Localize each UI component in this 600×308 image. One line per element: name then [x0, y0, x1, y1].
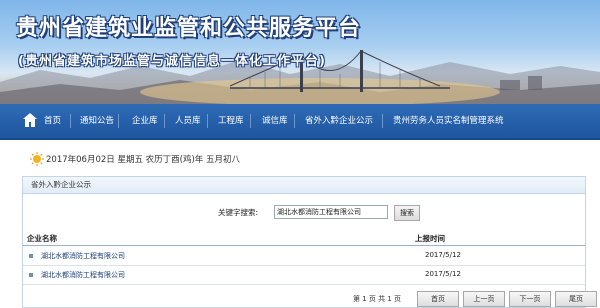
nav-item-enterprises[interactable]: 企业库: [132, 114, 158, 126]
first-page-button[interactable]: 首页: [417, 291, 459, 307]
bullet-icon: [29, 254, 33, 258]
nav-divider: [70, 114, 71, 128]
nav-item-notices[interactable]: 通知公告: [80, 114, 114, 126]
search-label: 关键字搜索:: [218, 208, 259, 217]
nav-item-home[interactable]: 首页: [44, 114, 61, 126]
main-nav: 首页 通知公告 企业库 人员库 工程库 诚信库 省外入黔企业公示 贵州劳务人员实…: [0, 104, 600, 140]
sun-icon: [30, 152, 44, 166]
nav-divider: [118, 114, 119, 128]
nav-item-credit[interactable]: 诚信库: [262, 114, 288, 126]
site-subtitle: (贵州省建筑市场监管与诚信信息一体化工作平台): [18, 54, 326, 69]
bullet-icon: [29, 273, 33, 277]
nav-item-labor-system[interactable]: 贵州劳务人员实名制管理系统: [393, 114, 504, 126]
column-date: 上报时间: [415, 234, 445, 243]
table-row: 湖北水都消防工程有限公司 2017/5/12: [23, 266, 585, 285]
nav-divider: [294, 114, 295, 128]
nav-divider: [207, 114, 208, 128]
column-company: 企业名称: [27, 234, 57, 243]
prev-page-button[interactable]: 上一页: [463, 291, 505, 307]
table-header: 企业名称 上报时间: [23, 231, 585, 246]
header-banner: 贵州省建筑业监管和公共服务平台 (贵州省建筑市场监管与诚信信息一体化工作平台): [0, 0, 600, 104]
home-icon[interactable]: [22, 112, 38, 128]
out-of-province-panel: 省外入黔企业公示 关键字搜索: 搜索 企业名称 上报时间 湖北水都消防工程有限公…: [22, 176, 597, 308]
search-input[interactable]: [274, 205, 388, 219]
company-link[interactable]: 湖北水都消防工程有限公司: [41, 270, 125, 280]
nav-divider: [164, 114, 165, 128]
search-button[interactable]: 搜索: [394, 205, 420, 221]
nav-item-out-of-province[interactable]: 省外入黔企业公示: [305, 114, 373, 126]
table-row: 湖北水都消防工程有限公司 2017/5/12: [23, 247, 585, 266]
nav-item-personnel[interactable]: 人员库: [175, 114, 201, 126]
site-title: 贵州省建筑业监管和公共服务平台: [16, 16, 362, 41]
company-link[interactable]: 湖北水都消防工程有限公司: [41, 251, 125, 261]
current-date: 2017年06月02日 星期五 农历丁酉(鸡)年 五月初八: [46, 155, 241, 165]
page-info: 第 1 页 共 1 页: [353, 295, 402, 303]
report-date: 2017/5/12: [425, 251, 461, 259]
last-page-button[interactable]: 尾页: [555, 291, 597, 307]
next-page-button[interactable]: 下一页: [509, 291, 551, 307]
report-date: 2017/5/12: [425, 270, 461, 278]
nav-divider: [250, 114, 251, 128]
panel-title: 省外入黔企业公示: [23, 177, 585, 194]
nav-divider: [382, 114, 383, 128]
nav-item-projects[interactable]: 工程库: [218, 114, 244, 126]
